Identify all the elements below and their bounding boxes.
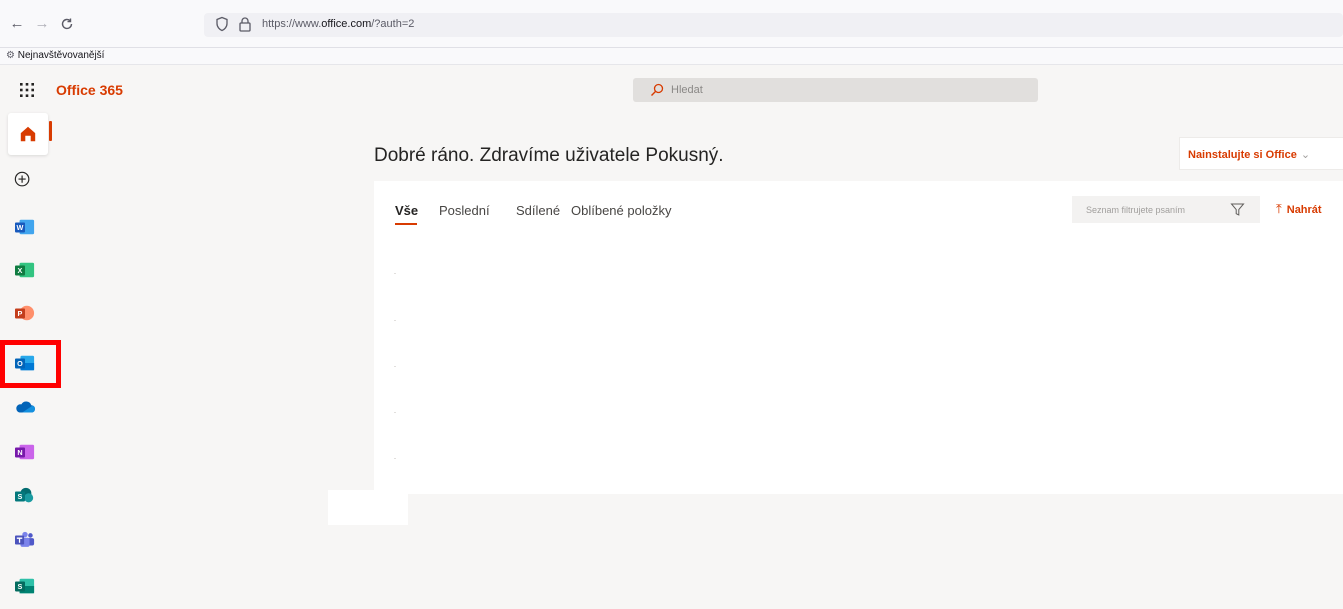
rail-item-sway[interactable]: S [14,576,38,598]
rail-item-create[interactable] [14,171,38,193]
rail-item-onedrive[interactable] [14,398,38,420]
rail-item-teams[interactable] [14,530,38,552]
tab-favorites[interactable]: Oblíbené položky [571,203,671,218]
chevron-down-icon: ⌄ [1300,149,1311,161]
filter-icon[interactable] [1230,202,1245,217]
placeholder-row [394,273,396,274]
onenote-icon: N [15,444,35,460]
svg-text:N: N [17,448,22,457]
svg-text:P: P [18,309,23,318]
sharepoint-icon: S [15,487,34,503]
onedrive-icon [16,401,35,413]
placeholder-row [394,458,396,459]
reload-icon[interactable] [56,13,78,35]
lock-icon[interactable] [238,16,252,32]
bookmarks-bar: ⚙ Nejnavštěvovanější [0,48,1343,65]
rail-item-powerpoint[interactable]: P [14,303,38,325]
svg-text:X: X [18,266,23,275]
active-tab-underline [395,223,417,225]
address-bar[interactable]: https://www.office.com/?auth=2 [204,13,1343,37]
upload-arrow-icon: ⤒ [1276,201,1282,216]
rail-item-sharepoint[interactable]: S [14,486,38,508]
filter-box[interactable] [1072,196,1260,223]
svg-text:S: S [18,492,23,501]
app-launcher-icon[interactable] [19,82,35,98]
content-card-extension [328,490,408,525]
back-arrow-icon[interactable]: ← [6,13,28,35]
gear-icon: ⚙ [6,50,15,61]
placeholder-row [394,366,396,367]
content-card [374,181,1343,494]
bookmark-most-visited[interactable]: ⚙ Nejnavštěvovanější [6,50,104,61]
tab-recent[interactable]: Poslední [439,203,490,218]
page-title: Dobré ráno. Zdravíme uživatele Pokusný. [374,145,724,166]
search-icon [651,83,664,96]
placeholder-row [394,320,396,321]
svg-text:W: W [17,223,24,232]
rail-item-home[interactable] [8,113,48,155]
url-text: https://www.office.com/?auth=2 [262,18,415,30]
tracking-shield-icon[interactable] [214,16,230,32]
add-circle-icon [14,171,30,187]
outlook-highlight-box [0,340,61,388]
active-indicator [49,121,52,141]
search-input[interactable] [671,81,1021,99]
svg-text:S: S [18,582,23,591]
tab-shared[interactable]: Sdílené [516,203,560,218]
rail-item-excel[interactable]: X [14,260,38,282]
tab-all[interactable]: Vše [395,203,418,218]
forward-arrow-icon[interactable]: → [31,13,53,35]
teams-icon [15,531,35,547]
home-icon [20,126,36,142]
filter-input[interactable] [1086,202,1226,217]
sway-icon: S [15,578,35,594]
word-icon: W [15,219,35,235]
browser-toolbar: ← → https://www.office.com/?auth=2 [0,0,1343,48]
search-box[interactable] [633,78,1038,102]
powerpoint-icon: P [15,305,35,321]
rail-item-onenote[interactable]: N [14,442,38,464]
excel-icon: X [15,262,35,278]
rail-item-word[interactable]: W [14,217,38,239]
placeholder-row [394,412,396,413]
brand-title[interactable]: Office 365 [56,82,123,98]
upload-button[interactable]: ⤒ Nahrát [1276,201,1322,217]
install-office-button[interactable]: Nainstalujte si Office ⌄ [1179,137,1343,170]
